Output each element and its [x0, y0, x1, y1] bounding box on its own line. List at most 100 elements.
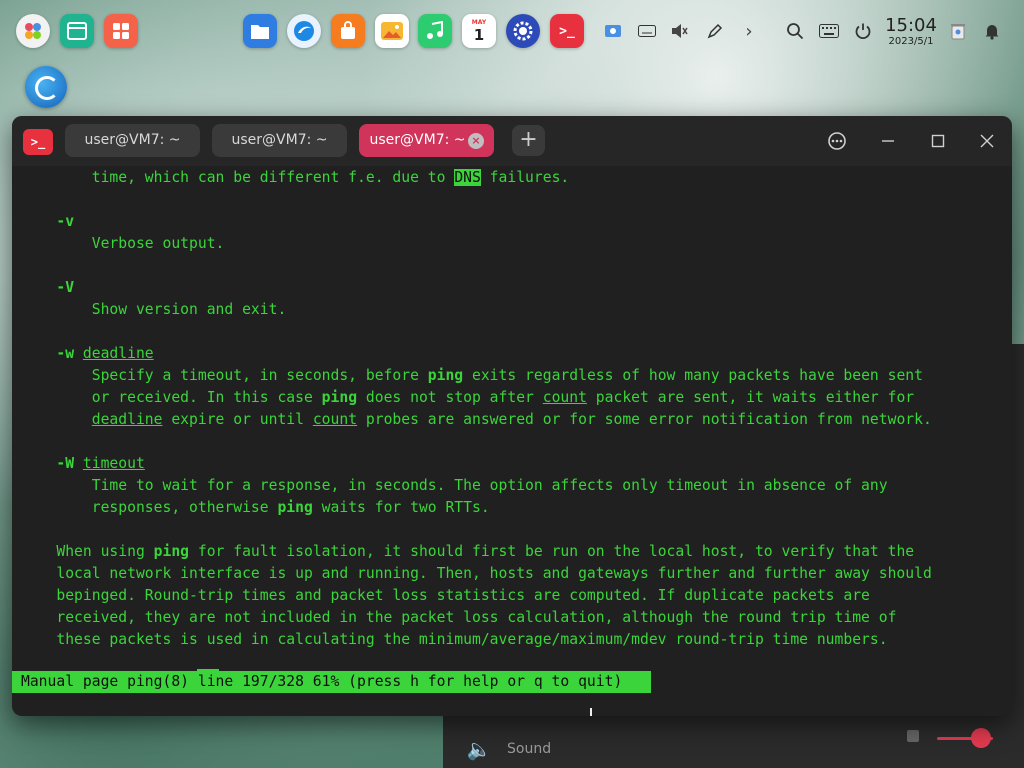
- speaker-icon: 🔈: [466, 737, 492, 761]
- volume-mute-icon[interactable]: [907, 730, 919, 742]
- multitask-view-icon[interactable]: [60, 14, 94, 48]
- text-segment: does not stop after: [357, 389, 543, 406]
- image-viewer-icon[interactable]: [375, 14, 409, 48]
- terminal-output[interactable]: time, which can be different f.e. due to…: [21, 166, 1006, 671]
- bold-text: -V: [56, 279, 75, 296]
- sound-label: Sound: [507, 741, 552, 757]
- notification-bell-icon[interactable]: [981, 20, 1003, 42]
- text-segment: received, they are not included in the p…: [56, 609, 897, 626]
- terminal-line: Time to wait for a response, in seconds.…: [21, 475, 888, 497]
- onscreen-keyboard-icon[interactable]: [818, 20, 840, 42]
- desktop-logo-icon[interactable]: [25, 66, 67, 108]
- tab-label: user@VM7: ~: [369, 132, 466, 148]
- bold-text: ping: [277, 499, 313, 516]
- text-segment: packet are sent, it waits either for: [586, 389, 915, 406]
- text-segment: When using: [56, 543, 154, 560]
- volume-slider-handle[interactable]: [971, 728, 991, 748]
- calendar-day-label: 1: [473, 26, 485, 44]
- close-tab-icon[interactable]: ×: [468, 133, 484, 149]
- top-dock: MAY 1 >_ › 15:04 2023/5/1: [0, 0, 1024, 64]
- store-bag-icon[interactable]: [331, 14, 365, 48]
- expand-tray-icon[interactable]: ›: [738, 20, 760, 42]
- title-bar[interactable]: >_ user@VM7: ~ user@VM7: ~ user@VM7: ~ ×…: [12, 116, 1012, 166]
- text-segment: or received. In this case: [91, 389, 322, 406]
- terminal-line: local network interface is up and runnin…: [21, 563, 932, 585]
- terminal-line: received, they are not included in the p…: [21, 607, 896, 629]
- tab-label: user@VM7: ~: [231, 132, 328, 148]
- text-segment: bepinged. Round-trip times and packet lo…: [56, 587, 870, 604]
- tab-3-active[interactable]: user@VM7: ~ ×: [359, 124, 494, 157]
- highlighted-match: DNS: [454, 169, 481, 186]
- text-segment: for fault isolation, it should first be …: [189, 543, 915, 560]
- terminal-line: -V: [21, 277, 74, 299]
- text-segment: [74, 345, 83, 362]
- underlined-text: deadline: [91, 411, 163, 428]
- tab-1[interactable]: user@VM7: ~: [65, 124, 200, 157]
- text-segment: Verbose output.: [91, 235, 225, 252]
- terminal-line: Specify a timeout, in seconds, before pi…: [21, 365, 923, 387]
- terminal-line: Show version and exit.: [21, 299, 287, 321]
- pager-status-line: Manual page ping(8) line 197/328 61% (pr…: [12, 671, 651, 693]
- volume-muted-icon[interactable]: [668, 20, 690, 42]
- clock-time: 15:04: [885, 15, 937, 36]
- text-segment: responses, otherwise: [91, 499, 278, 516]
- keyboard-layout-icon[interactable]: [636, 20, 658, 42]
- bold-text: -v: [56, 213, 75, 230]
- terminal-app-icon: >_: [23, 129, 53, 155]
- maximize-button[interactable]: [925, 128, 951, 154]
- bold-text: -w: [56, 345, 75, 362]
- clock-date: 2023/5/1: [888, 36, 934, 47]
- app-store-icon[interactable]: [104, 14, 138, 48]
- underlined-text: deadline: [82, 345, 154, 362]
- pen-icon[interactable]: [704, 20, 726, 42]
- screenshot-icon[interactable]: [602, 20, 624, 42]
- terminal-dock-icon[interactable]: >_: [550, 14, 584, 48]
- power-icon[interactable]: [852, 20, 874, 42]
- add-tab-button[interactable]: +: [512, 125, 545, 156]
- terminal-line: or received. In this case ping does not …: [21, 387, 914, 409]
- text-segment: expire or until: [162, 411, 313, 428]
- tab-label: user@VM7: ~: [84, 132, 181, 148]
- minimize-button[interactable]: [875, 128, 901, 154]
- terminal-line: these packets is used in calculating the…: [21, 629, 887, 651]
- terminal-line: -w deadline: [21, 343, 154, 365]
- text-segment: Specify a timeout, in seconds, before: [91, 367, 428, 384]
- mouse-text-cursor: [590, 708, 592, 716]
- file-manager-icon[interactable]: [243, 14, 277, 48]
- clock[interactable]: 15:04 2023/5/1: [884, 16, 938, 48]
- text-segment: time, which can be different f.e. due to: [91, 169, 455, 186]
- terminal-line: deadline expire or until count probes ar…: [21, 409, 932, 431]
- search-icon[interactable]: [784, 20, 806, 42]
- browser-icon[interactable]: [287, 14, 321, 48]
- underlined-text: timeout: [82, 455, 145, 472]
- text-segment: waits for two RTTs.: [312, 499, 490, 516]
- close-window-button[interactable]: [974, 128, 1000, 154]
- terminal-line: When using ping for fault isolation, it …: [21, 541, 914, 563]
- bold-text: ping: [321, 389, 358, 406]
- terminal-window: >_ user@VM7: ~ user@VM7: ~ user@VM7: ~ ×…: [12, 116, 1012, 716]
- settings-icon[interactable]: [506, 14, 540, 48]
- text-segment: local network interface is up and runnin…: [56, 565, 932, 582]
- window-menu-button[interactable]: [824, 128, 850, 154]
- music-icon[interactable]: [418, 14, 452, 48]
- bold-text: ping: [427, 367, 464, 384]
- calendar-icon[interactable]: MAY 1: [462, 14, 496, 48]
- trash-icon[interactable]: [947, 20, 969, 42]
- tab-2[interactable]: user@VM7: ~: [212, 124, 347, 157]
- sound-row[interactable]: 🔈 Sound: [465, 736, 552, 762]
- launcher-icon[interactable]: [16, 14, 50, 48]
